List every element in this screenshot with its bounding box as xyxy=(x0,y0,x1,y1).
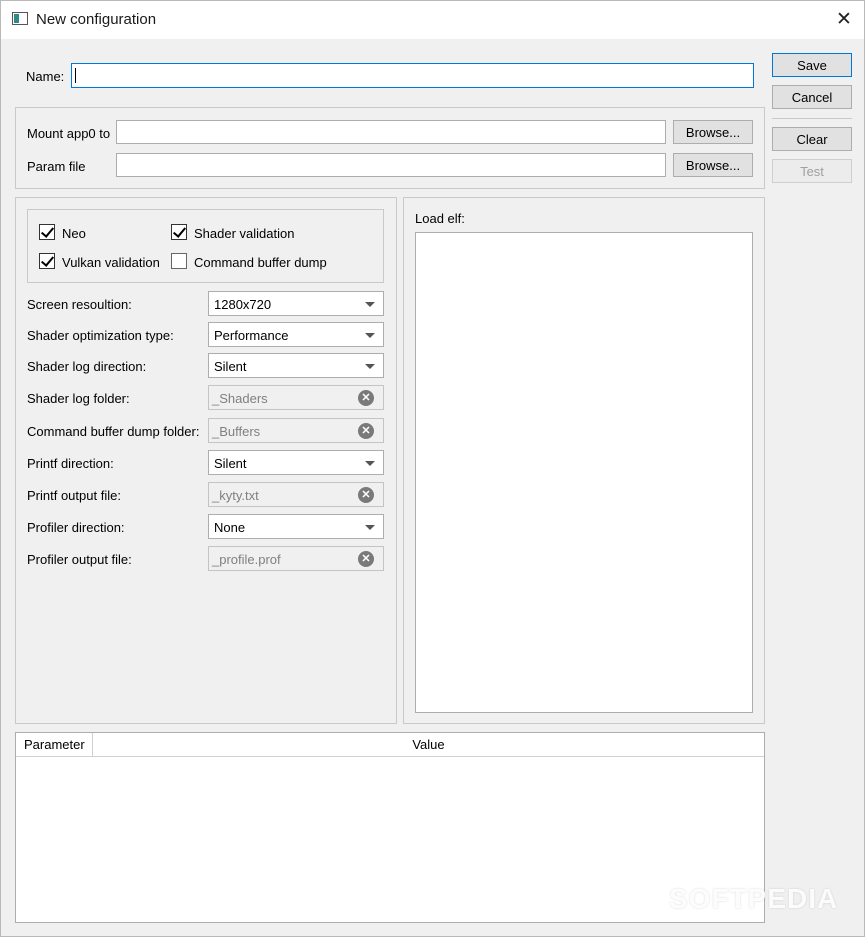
clear-icon[interactable]: ✕ xyxy=(358,390,374,406)
printf-direction-select[interactable]: Silent xyxy=(208,450,384,475)
neo-label: Neo xyxy=(62,226,86,241)
printf-output-file-input[interactable]: _kyty.txt ✕ xyxy=(208,482,384,507)
chevron-down-icon xyxy=(365,302,375,307)
save-button[interactable]: Save xyxy=(772,53,852,77)
vulkan-validation-label: Vulkan validation xyxy=(62,255,160,270)
name-input[interactable] xyxy=(71,63,754,88)
config-window: New configuration ✕ Name: Save Cancel Cl… xyxy=(0,0,865,937)
parameter-table[interactable]: Parameter Value xyxy=(15,732,765,923)
cmd-buffer-dump-folder-value: _Buffers xyxy=(212,424,261,439)
shader-log-direction-value: Silent xyxy=(214,359,247,374)
profiler-output-file-label: Profiler output file: xyxy=(27,552,132,567)
printf-direction-label: Printf direction: xyxy=(27,456,114,471)
app-icon xyxy=(12,12,28,25)
screen-resolution-select[interactable]: 1280x720 xyxy=(208,291,384,316)
shader-validation-checkbox[interactable] xyxy=(171,224,187,240)
profiler-direction-select[interactable]: None xyxy=(208,514,384,539)
chevron-down-icon xyxy=(365,333,375,338)
chevron-down-icon xyxy=(365,364,375,369)
window-title: New configuration xyxy=(36,11,157,28)
screen-resolution-value: 1280x720 xyxy=(214,297,272,312)
cancel-button[interactable]: Cancel xyxy=(772,85,852,109)
profiler-direction-label: Profiler direction: xyxy=(27,520,125,535)
shader-log-direction-label: Shader log direction: xyxy=(27,359,147,374)
cmd-buffer-dump-folder-input[interactable]: _Buffers ✕ xyxy=(208,418,384,443)
test-button[interactable]: Test xyxy=(772,159,852,183)
profiler-direction-value: None xyxy=(214,520,246,535)
neo-checkbox[interactable] xyxy=(39,224,55,240)
mount-input[interactable] xyxy=(116,120,666,144)
printf-output-file-value: _kyty.txt xyxy=(212,488,259,503)
shader-opt-type-select[interactable]: Performance xyxy=(208,322,384,347)
column-header-value[interactable]: Value xyxy=(93,733,764,757)
load-elf-label: Load elf: xyxy=(415,211,465,226)
title-bar: New configuration ✕ xyxy=(1,1,864,39)
load-elf-list[interactable] xyxy=(415,232,753,713)
button-divider xyxy=(772,118,852,119)
screen-resolution-label: Screen resoultion: xyxy=(27,297,132,312)
name-label: Name: xyxy=(26,69,65,84)
shader-opt-type-label: Shader optimization type: xyxy=(27,328,174,343)
mount-browse-button[interactable]: Browse... xyxy=(673,120,753,144)
text-cursor xyxy=(75,68,76,83)
shader-log-folder-label: Shader log folder: xyxy=(27,391,130,406)
clear-icon[interactable]: ✕ xyxy=(358,487,374,503)
profiler-output-file-value: _profile.prof xyxy=(212,552,281,567)
clear-button[interactable]: Clear xyxy=(772,127,852,151)
clear-icon[interactable]: ✕ xyxy=(358,423,374,439)
clear-icon[interactable]: ✕ xyxy=(358,551,374,567)
param-browse-button[interactable]: Browse... xyxy=(673,153,753,177)
chevron-down-icon xyxy=(365,461,375,466)
shader-validation-label: Shader validation xyxy=(194,226,295,241)
shader-opt-type-value: Performance xyxy=(214,328,289,343)
cmd-buffer-dump-folder-label: Command buffer dump folder: xyxy=(27,424,200,439)
printf-output-file-label: Printf output file: xyxy=(27,488,121,503)
command-buffer-dump-checkbox[interactable] xyxy=(171,253,187,269)
column-header-parameter[interactable]: Parameter xyxy=(16,733,93,757)
vulkan-validation-checkbox[interactable] xyxy=(39,253,55,269)
profiler-output-file-input[interactable]: _profile.prof ✕ xyxy=(208,546,384,571)
command-buffer-dump-label: Command buffer dump xyxy=(194,255,327,270)
param-label: Param file xyxy=(27,159,86,174)
param-input[interactable] xyxy=(116,153,666,177)
softpedia-watermark: SOFTPEDIA xyxy=(669,883,839,914)
close-icon[interactable]: ✕ xyxy=(827,5,861,35)
chevron-down-icon xyxy=(365,525,375,530)
options-group xyxy=(27,209,384,283)
mount-label: Mount app0 to xyxy=(27,126,111,141)
shader-log-folder-value: _Shaders xyxy=(212,391,268,406)
shader-log-direction-select[interactable]: Silent xyxy=(208,353,384,378)
shader-log-folder-input[interactable]: _Shaders ✕ xyxy=(208,385,384,410)
printf-direction-value: Silent xyxy=(214,456,247,471)
